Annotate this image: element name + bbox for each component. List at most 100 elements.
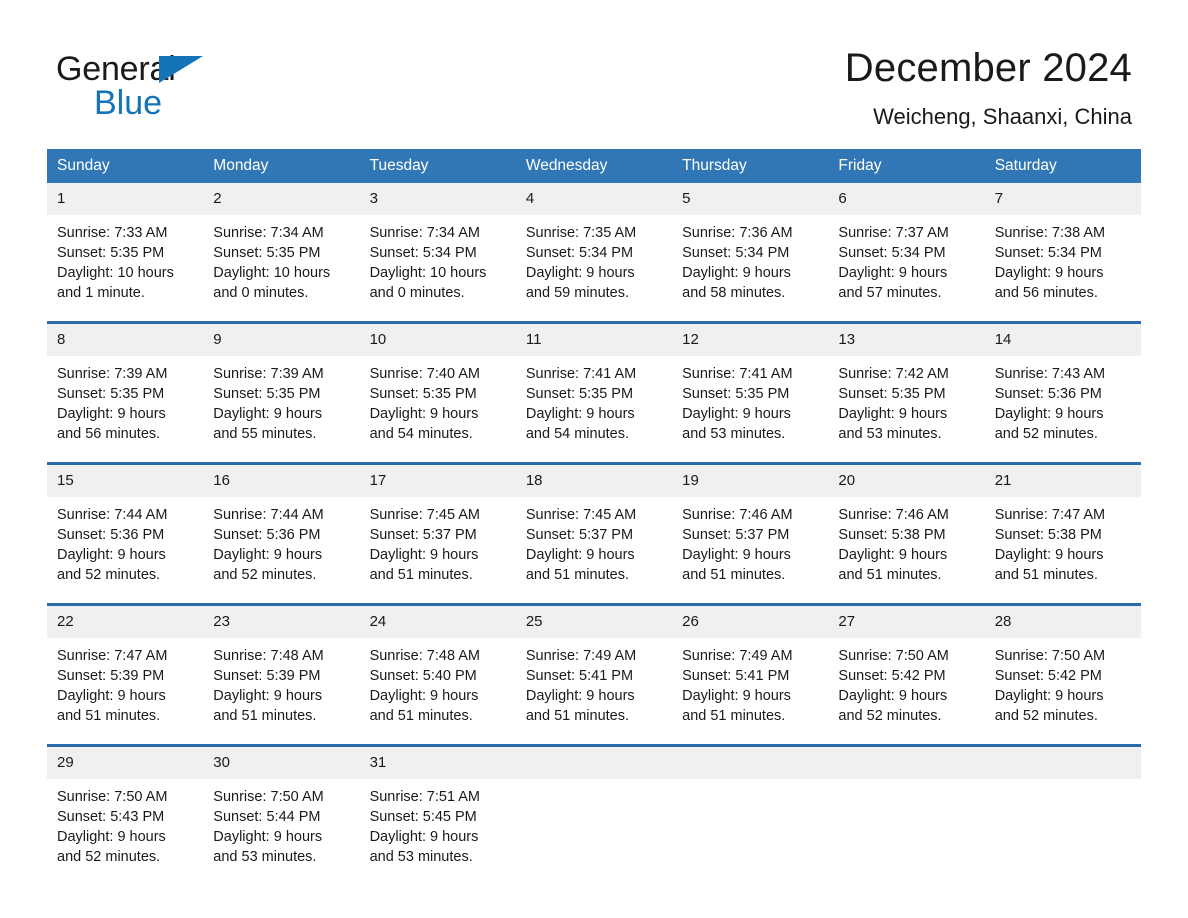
day-cell[interactable]: 1 Sunrise: 7:33 AM Sunset: 5:35 PM Dayli… <box>47 183 204 322</box>
triangle-icon <box>159 56 203 83</box>
day-cell[interactable]: 22 Sunrise: 7:47 AM Sunset: 5:39 PM Dayl… <box>47 606 204 745</box>
daylight-text-line1: Daylight: 10 hours <box>369 265 487 282</box>
day-cell[interactable]: 26 Sunrise: 7:49 AM Sunset: 5:41 PM Dayl… <box>672 606 829 745</box>
sunset-text: Sunset: 5:45 PM <box>369 809 477 826</box>
sunset-text: Sunset: 5:34 PM <box>369 245 477 262</box>
day-cell[interactable]: 30 Sunrise: 7:50 AM Sunset: 5:44 PM Dayl… <box>203 747 360 886</box>
day-details: Sunrise: 7:36 AM Sunset: 5:34 PM Dayligh… <box>672 215 829 322</box>
weekday-header-monday: Monday <box>213 156 269 174</box>
day-details <box>984 779 1141 872</box>
day-number: 31 <box>359 747 516 780</box>
sunrise-text: Sunrise: 7:36 AM <box>682 225 793 242</box>
daylight-text-line1: Daylight: 9 hours <box>682 406 791 423</box>
day-number: 20 <box>828 465 985 498</box>
weekday-header-sunday: Sunday <box>57 156 110 174</box>
day-number: 24 <box>359 606 516 639</box>
daylight-text-line1: Daylight: 9 hours <box>369 547 479 564</box>
daylight-text-line2: and 52 minutes. <box>994 708 1098 725</box>
day-details: Sunrise: 7:46 AM Sunset: 5:38 PM Dayligh… <box>828 497 985 604</box>
sunset-text: Sunset: 5:37 PM <box>369 527 477 544</box>
day-cell[interactable]: 23 Sunrise: 7:48 AM Sunset: 5:39 PM Dayl… <box>203 606 360 745</box>
day-number: 21 <box>984 465 1141 498</box>
day-cell[interactable]: 9 Sunrise: 7:39 AM Sunset: 5:35 PM Dayli… <box>203 324 360 463</box>
day-number: 23 <box>203 606 360 639</box>
sunrise-text: Sunrise: 7:46 AM <box>838 507 949 524</box>
day-cell[interactable]: 27 Sunrise: 7:50 AM Sunset: 5:42 PM Dayl… <box>828 606 985 745</box>
daylight-text-line1: Daylight: 9 hours <box>525 265 635 282</box>
sunset-text: Sunset: 5:41 PM <box>525 668 634 685</box>
calendar-grid: Sunday Monday Tuesday Wednesday Thursday… <box>47 148 1141 886</box>
day-cell[interactable]: 19 Sunrise: 7:46 AM Sunset: 5:37 PM Dayl… <box>672 465 829 604</box>
day-cell[interactable]: 16 Sunrise: 7:44 AM Sunset: 5:36 PM Dayl… <box>203 465 360 604</box>
day-cell[interactable]: 24 Sunrise: 7:48 AM Sunset: 5:40 PM Dayl… <box>359 606 516 745</box>
day-cell[interactable]: 29 Sunrise: 7:50 AM Sunset: 5:43 PM Dayl… <box>47 747 204 886</box>
day-details: Sunrise: 7:39 AM Sunset: 5:35 PM Dayligh… <box>203 356 360 463</box>
general-blue-logo[interactable]: General Blue <box>56 46 206 124</box>
daylight-text-line1: Daylight: 9 hours <box>682 547 791 564</box>
day-cell[interactable]: 13 Sunrise: 7:42 AM Sunset: 5:35 PM Dayl… <box>828 324 985 463</box>
day-cell[interactable]: 12 Sunrise: 7:41 AM Sunset: 5:35 PM Dayl… <box>672 324 829 463</box>
daylight-text-line1: Daylight: 9 hours <box>525 688 635 705</box>
day-cell[interactable]: 28 Sunrise: 7:50 AM Sunset: 5:42 PM Dayl… <box>984 606 1141 745</box>
sunset-text: Sunset: 5:37 PM <box>682 527 790 544</box>
daylight-text-line2: and 52 minutes. <box>838 708 942 725</box>
sunrise-text: Sunrise: 7:37 AM <box>838 225 949 242</box>
day-cell[interactable]: 25 Sunrise: 7:49 AM Sunset: 5:41 PM Dayl… <box>515 606 673 745</box>
day-details: Sunrise: 7:38 AM Sunset: 5:34 PM Dayligh… <box>984 215 1141 322</box>
daylight-text-line1: Daylight: 9 hours <box>525 406 635 423</box>
day-cell[interactable]: 31 Sunrise: 7:51 AM Sunset: 5:45 PM Dayl… <box>359 747 516 886</box>
day-cell-empty <box>515 747 673 885</box>
day-number: 14 <box>984 324 1141 357</box>
sunrise-text: Sunrise: 7:33 AM <box>57 225 168 242</box>
day-cell[interactable]: 3 Sunrise: 7:34 AM Sunset: 5:34 PM Dayli… <box>359 183 516 322</box>
sunset-text: Sunset: 5:42 PM <box>994 668 1102 685</box>
day-details <box>515 779 673 872</box>
daylight-text-line1: Daylight: 9 hours <box>682 265 791 282</box>
sunrise-text: Sunrise: 7:34 AM <box>369 225 480 242</box>
day-cell[interactable]: 6 Sunrise: 7:37 AM Sunset: 5:34 PM Dayli… <box>828 183 985 322</box>
day-cell[interactable]: 2 Sunrise: 7:34 AM Sunset: 5:35 PM Dayli… <box>203 183 360 322</box>
day-cell[interactable]: 17 Sunrise: 7:45 AM Sunset: 5:37 PM Dayl… <box>359 465 516 604</box>
sunset-text: Sunset: 5:34 PM <box>994 245 1102 262</box>
day-cell[interactable]: 18 Sunrise: 7:45 AM Sunset: 5:37 PM Dayl… <box>515 465 673 604</box>
day-number: 17 <box>359 465 516 498</box>
day-cell[interactable]: 8 Sunrise: 7:39 AM Sunset: 5:35 PM Dayli… <box>47 324 204 463</box>
day-cell-empty <box>672 747 829 885</box>
sunset-text: Sunset: 5:34 PM <box>838 245 946 262</box>
day-cell[interactable]: 14 Sunrise: 7:43 AM Sunset: 5:36 PM Dayl… <box>984 324 1141 463</box>
sunrise-text: Sunrise: 7:34 AM <box>213 225 324 242</box>
daylight-text-line2: and 51 minutes. <box>525 708 630 725</box>
day-cell[interactable]: 4 Sunrise: 7:35 AM Sunset: 5:34 PM Dayli… <box>515 183 673 322</box>
sunrise-text: Sunrise: 7:45 AM <box>525 507 637 524</box>
day-number: 29 <box>47 747 204 780</box>
day-cell[interactable]: 11 Sunrise: 7:41 AM Sunset: 5:35 PM Dayl… <box>515 324 673 463</box>
day-cell[interactable]: 15 Sunrise: 7:44 AM Sunset: 5:36 PM Dayl… <box>47 465 204 604</box>
day-cell[interactable]: 7 Sunrise: 7:38 AM Sunset: 5:34 PM Dayli… <box>984 183 1141 322</box>
day-details: Sunrise: 7:51 AM Sunset: 5:45 PM Dayligh… <box>359 779 516 886</box>
day-cell[interactable]: 10 Sunrise: 7:40 AM Sunset: 5:35 PM Dayl… <box>359 324 516 463</box>
sunrise-text: Sunrise: 7:51 AM <box>369 789 480 806</box>
day-details: Sunrise: 7:46 AM Sunset: 5:37 PM Dayligh… <box>672 497 829 604</box>
daylight-text-line1: Daylight: 9 hours <box>369 688 479 705</box>
daylight-text-line2: and 51 minutes. <box>369 567 473 584</box>
daylight-text-line1: Daylight: 9 hours <box>57 829 166 846</box>
weekday-header-friday: Friday <box>838 156 882 174</box>
daylight-text-line1: Daylight: 9 hours <box>838 406 948 423</box>
daylight-text-line2: and 54 minutes. <box>369 426 473 443</box>
day-cell-empty <box>984 747 1141 885</box>
day-number: 19 <box>672 465 829 498</box>
day-cell[interactable]: 20 Sunrise: 7:46 AM Sunset: 5:38 PM Dayl… <box>828 465 985 604</box>
sunrise-text: Sunrise: 7:47 AM <box>994 507 1106 524</box>
sunset-text: Sunset: 5:37 PM <box>525 527 634 544</box>
sunset-text: Sunset: 5:36 PM <box>57 527 165 544</box>
day-cell[interactable]: 5 Sunrise: 7:36 AM Sunset: 5:34 PM Dayli… <box>672 183 829 322</box>
sunset-text: Sunset: 5:35 PM <box>369 386 477 403</box>
page-header: General Blue December 2024 Weicheng, Sha… <box>0 0 1188 129</box>
day-number: 15 <box>47 465 204 498</box>
day-details: Sunrise: 7:40 AM Sunset: 5:35 PM Dayligh… <box>359 356 516 463</box>
page-title: December 2024 <box>844 46 1132 90</box>
day-cell[interactable]: 21 Sunrise: 7:47 AM Sunset: 5:38 PM Dayl… <box>984 465 1141 604</box>
daylight-text-line1: Daylight: 9 hours <box>682 688 791 705</box>
sunrise-text: Sunrise: 7:42 AM <box>838 366 949 383</box>
day-number: 3 <box>359 183 516 216</box>
